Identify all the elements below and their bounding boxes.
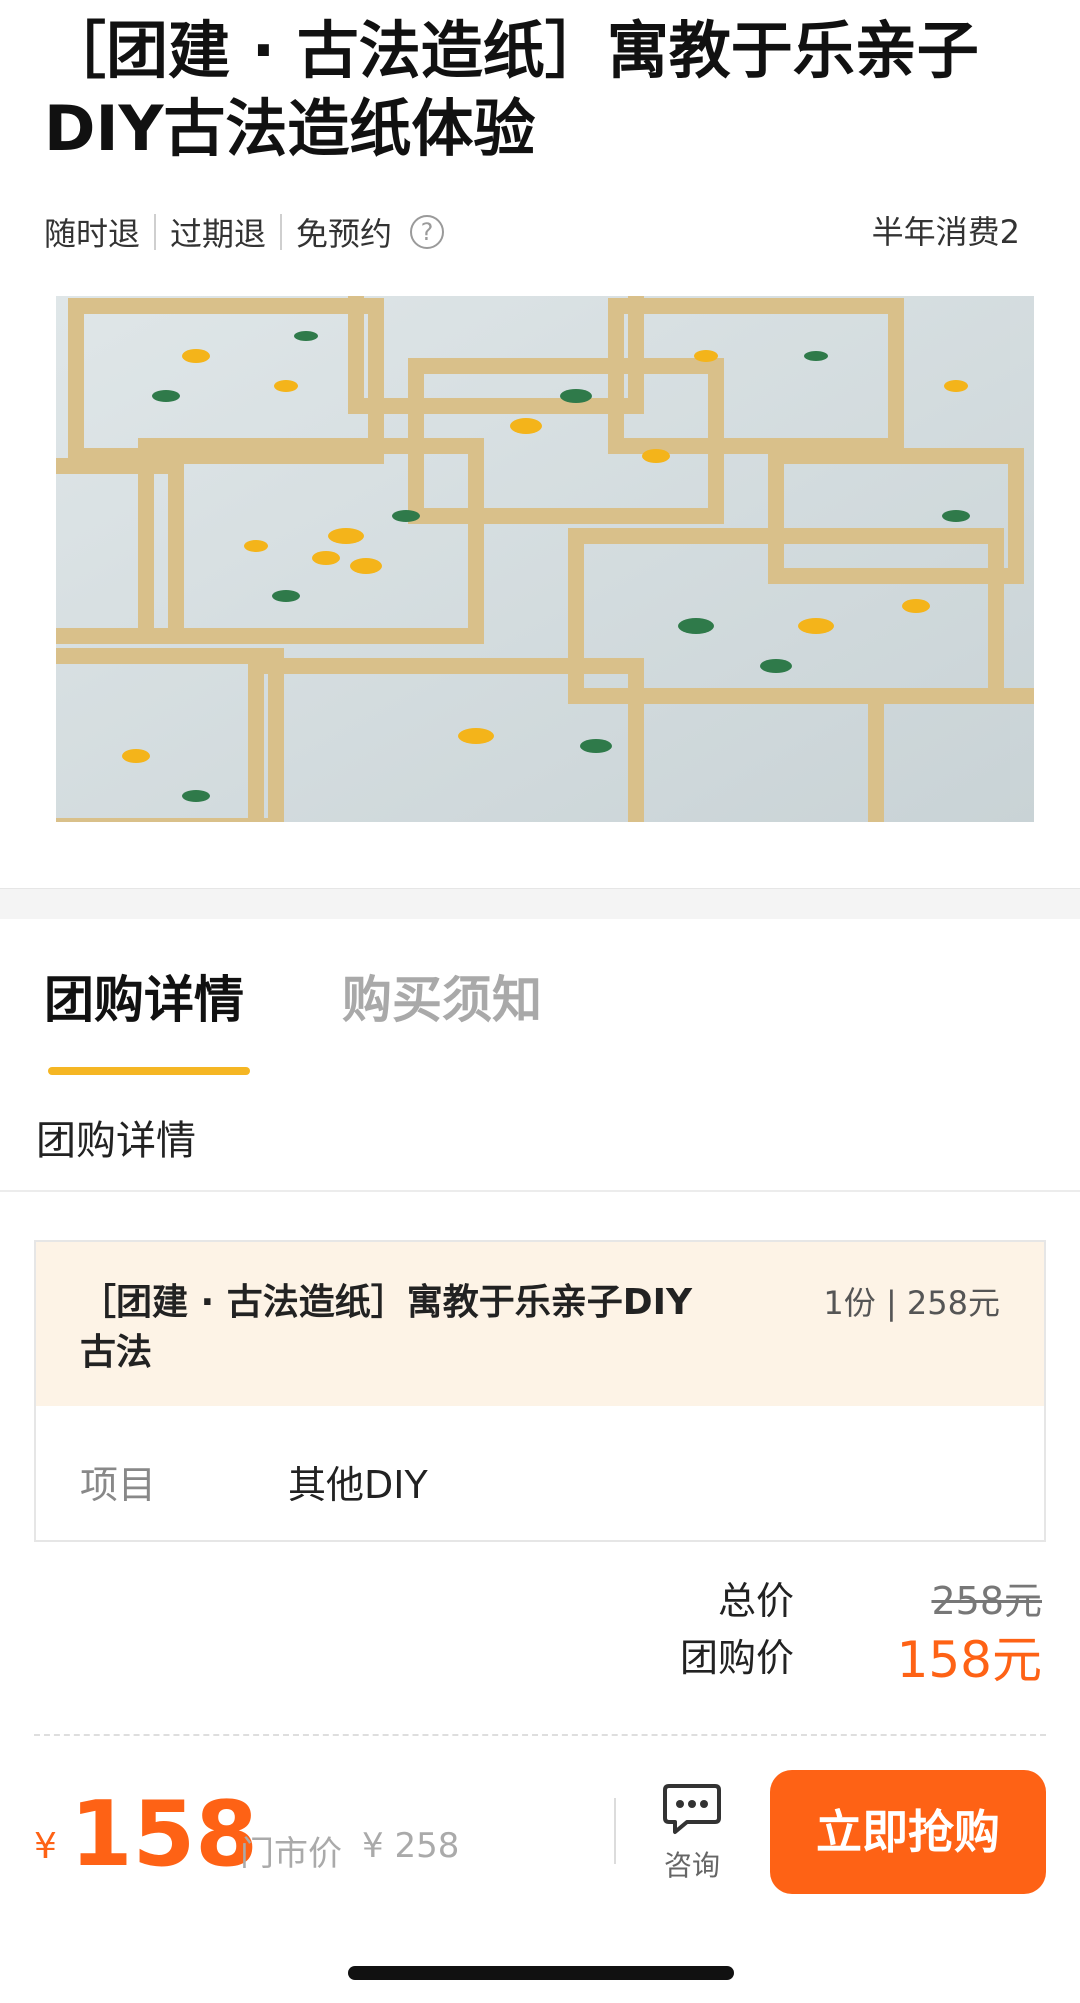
active-tab-indicator <box>48 1067 250 1075</box>
buy-now-button[interactable]: 立即抢购 <box>770 1770 1046 1894</box>
deal-quantity-price: 1份 | 258元 <box>823 1284 1000 1322</box>
group-price-label: 团购价 <box>679 1636 794 1680</box>
tag-divider <box>154 214 157 250</box>
product-title: ［团建 · 古法造纸］寓教于乐亲子DIY古法造纸体验 <box>44 14 979 165</box>
deal-card-header: ［团建 · 古法造纸］寓教于乐亲子DIY古法 1份 | 258元 <box>36 1242 1044 1406</box>
market-price: ¥ 258 <box>362 1826 460 1866</box>
currency-symbol: ¥ <box>34 1826 57 1867</box>
tab-deal-details[interactable]: 团购详情 <box>44 960 244 1032</box>
deal-card: ［团建 · 古法造纸］寓教于乐亲子DIY古法 1份 | 258元 项目 其他DI… <box>34 1240 1046 1542</box>
tag-no-reservation: 免预约 <box>296 215 393 253</box>
help-icon[interactable]: ? <box>410 215 445 249</box>
product-image[interactable] <box>56 296 1034 822</box>
sales-count: 半年消费2 <box>871 213 1020 251</box>
item-value: 其他DIY <box>288 1463 428 1507</box>
home-indicator[interactable] <box>348 1966 734 1980</box>
sale-price: 158 <box>70 1782 258 1887</box>
total-price-label: 总价 <box>717 1579 794 1623</box>
section-divider-band <box>0 888 1080 919</box>
item-label: 项目 <box>80 1463 157 1507</box>
tag-refund-anytime: 随时退 <box>44 215 141 253</box>
chat-bubble-icon <box>663 1784 721 1834</box>
section-heading: 团购详情 <box>36 1118 196 1164</box>
papermaking-photo <box>56 296 1034 822</box>
section-rule <box>0 1190 1080 1192</box>
group-price-value: 158元 <box>896 1631 1042 1689</box>
consult-label: 咨询 <box>663 1849 720 1882</box>
consult-button[interactable]: 咨询 <box>648 1782 736 1892</box>
dashed-divider <box>34 1734 1046 1736</box>
tag-divider <box>280 214 283 250</box>
deal-name: ［团建 · 古法造纸］寓教于乐亲子DIY古法 <box>80 1282 693 1373</box>
tag-refund-expired: 过期退 <box>170 215 267 253</box>
market-price-label: 门市价 <box>240 1834 342 1874</box>
tab-purchase-notes[interactable]: 购买须知 <box>342 960 542 1032</box>
total-price-value: 258元 <box>931 1579 1042 1623</box>
service-tags: 随时退 过期退 免预约 ? <box>44 206 445 258</box>
bar-divider <box>614 1798 616 1864</box>
